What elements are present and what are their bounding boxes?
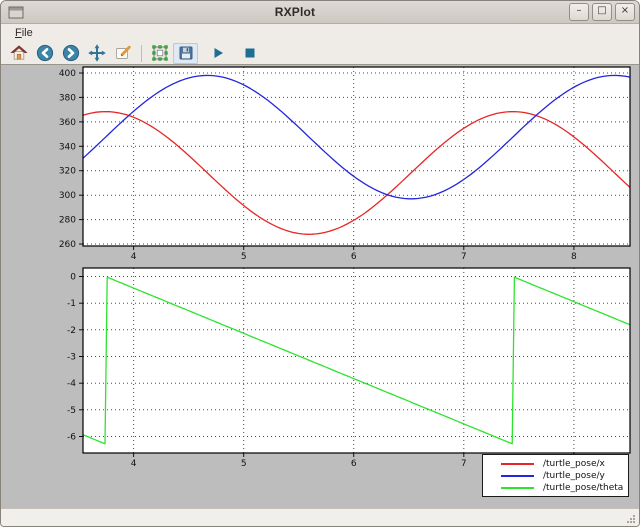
configure-subplots-button[interactable] <box>147 43 172 64</box>
svg-text:-2: -2 <box>67 326 76 336</box>
svg-text:400: 400 <box>59 69 76 79</box>
close-button[interactable]: × <box>615 3 635 21</box>
edit-icon <box>114 44 132 62</box>
svg-text:260: 260 <box>59 240 76 250</box>
svg-text:-3: -3 <box>67 353 76 363</box>
pan-icon <box>88 44 106 62</box>
maximize-button[interactable]: □ <box>592 3 612 21</box>
plot-canvas[interactable]: 45678260280300320340360380400456780-1-2-… <box>1 65 639 508</box>
forward-icon <box>62 44 80 62</box>
svg-text:320: 320 <box>59 167 76 177</box>
legend-label: /turtle_pose/x <box>543 459 605 469</box>
play-icon <box>209 44 227 62</box>
legend-swatch <box>501 475 534 477</box>
plots-svg[interactable]: 45678260280300320340360380400456780-1-2-… <box>1 65 639 508</box>
save-icon <box>177 44 195 62</box>
edit-button[interactable] <box>110 43 135 64</box>
legend-entry: /turtle_pose/theta <box>483 482 628 494</box>
svg-text:4: 4 <box>131 459 137 469</box>
legend-entry: /turtle_pose/x <box>483 458 628 470</box>
window-title: RXPlot <box>24 5 566 19</box>
window-icon <box>8 6 24 19</box>
svg-text:280: 280 <box>59 216 76 226</box>
play-button[interactable] <box>205 43 230 64</box>
legend-label: /turtle_pose/theta <box>543 483 623 493</box>
svg-text:7: 7 <box>461 459 467 469</box>
svg-text:340: 340 <box>59 142 76 152</box>
configure-subplots-icon <box>151 44 169 62</box>
pan-button[interactable] <box>84 43 109 64</box>
legend-swatch <box>501 487 534 489</box>
svg-text:-6: -6 <box>67 433 76 443</box>
svg-text:5: 5 <box>241 252 247 262</box>
legend-entry: /turtle_pose/y <box>483 470 628 482</box>
toolbar-separator <box>141 45 142 62</box>
save-button[interactable] <box>173 43 198 64</box>
window-titlebar[interactable]: RXPlot – □ × <box>1 1 639 24</box>
back-icon <box>36 44 54 62</box>
forward-button[interactable] <box>58 43 83 64</box>
plot-toolbar <box>1 42 639 65</box>
svg-text:8: 8 <box>571 252 577 262</box>
stop-button[interactable] <box>237 43 262 64</box>
menu-file[interactable]: File <box>9 26 39 40</box>
legend: /turtle_pose/x/turtle_pose/y/turtle_pose… <box>482 454 629 497</box>
svg-text:7: 7 <box>461 252 467 262</box>
back-button[interactable] <box>32 43 57 64</box>
minimize-button[interactable]: – <box>569 3 589 21</box>
menu-bar: File <box>1 24 639 42</box>
svg-text:-5: -5 <box>67 406 76 416</box>
svg-text:-4: -4 <box>67 379 76 389</box>
svg-text:5: 5 <box>241 459 247 469</box>
status-bar <box>1 508 639 526</box>
svg-text:300: 300 <box>59 191 76 201</box>
svg-text:0: 0 <box>70 273 76 283</box>
legend-label: /turtle_pose/y <box>543 471 605 481</box>
svg-text:-1: -1 <box>67 299 76 309</box>
home-icon <box>10 44 28 62</box>
svg-text:380: 380 <box>59 93 76 103</box>
stop-icon <box>241 44 259 62</box>
legend-swatch <box>501 463 534 465</box>
svg-text:6: 6 <box>351 459 357 469</box>
svg-text:4: 4 <box>131 252 137 262</box>
rxplot-window: RXPlot – □ × File <box>0 0 640 527</box>
svg-text:360: 360 <box>59 118 76 128</box>
resize-grip[interactable] <box>626 514 636 524</box>
home-button[interactable] <box>6 43 31 64</box>
svg-text:6: 6 <box>351 252 357 262</box>
